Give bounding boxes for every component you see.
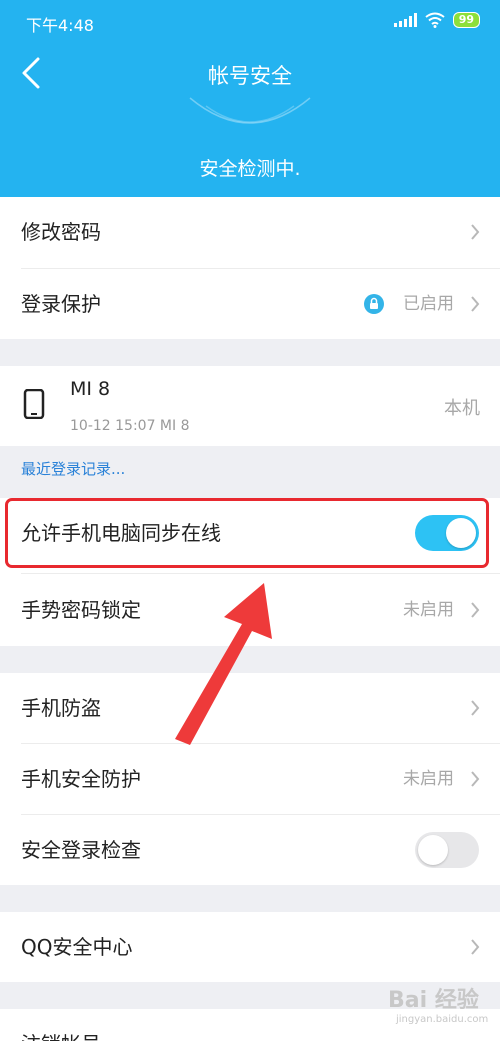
scan-status: 安全检测中. (199, 158, 301, 180)
chevron-right-icon (471, 224, 480, 240)
status-icons: 99 (393, 12, 480, 28)
change-password-row[interactable]: 修改密码 (0, 197, 500, 267)
signal-icon (393, 13, 417, 27)
cancel-account-label: 注销帐号 (21, 1009, 101, 1041)
change-password-label: 修改密码 (21, 220, 101, 244)
gesture-lock-status: 未启用 (403, 600, 454, 620)
battery-icon: 99 (452, 12, 480, 28)
watermark-url: jingyan.baidu.com (396, 1014, 489, 1025)
login-protect-label: 登录保护 (21, 292, 101, 316)
watermark: Bai 经验 jingyan.baidu.com (388, 982, 488, 1025)
wifi-icon (425, 12, 445, 28)
lock-icon (364, 294, 384, 314)
status-time: 下午4:48 (26, 16, 94, 35)
password-section: 修改密码 登录保护 已启用 (0, 197, 500, 339)
phone-security-status: 未启用 (403, 769, 454, 789)
login-protect-status: 已启用 (403, 294, 454, 314)
highlight-box (5, 498, 489, 568)
phone-security-row[interactable]: 手机安全防护 未启用 (0, 744, 500, 814)
app-header: 下午4:48 99 帐号安全 安全检测中. (0, 0, 500, 197)
phone-security-label: 手机安全防护 (21, 767, 141, 791)
toggle-knob (418, 835, 448, 865)
device-current-tag: 本机 (444, 398, 480, 419)
red-arrow-annotation (175, 583, 272, 745)
page-title: 帐号安全 (208, 64, 292, 88)
qq-security-label: QQ安全中心 (21, 935, 133, 959)
recent-login-link[interactable]: 最近登录记录... (21, 458, 125, 479)
device-login-time: 10-12 15:07 MI 8 (70, 418, 190, 434)
watermark-logo: Bai 经验 (388, 988, 479, 1013)
chevron-right-icon (471, 939, 480, 955)
chevron-right-icon (471, 296, 480, 312)
chevron-right-icon (471, 771, 480, 787)
phone-icon (23, 389, 45, 419)
chevron-right-icon (471, 602, 480, 618)
divider (21, 573, 500, 574)
login-check-row: 安全登录检查 (0, 815, 500, 885)
login-check-toggle[interactable] (415, 832, 479, 868)
device-name: MI 8 (70, 378, 111, 400)
gesture-lock-label: 手势密码锁定 (21, 598, 141, 622)
qq-security-row[interactable]: QQ安全中心 (0, 912, 500, 982)
chevron-right-icon (471, 700, 480, 716)
anti-theft-label: 手机防盗 (21, 696, 101, 720)
login-check-label: 安全登录检查 (21, 838, 141, 862)
qq-security-section: QQ安全中心 (0, 912, 500, 982)
login-protect-row[interactable]: 登录保护 已启用 (0, 269, 500, 339)
